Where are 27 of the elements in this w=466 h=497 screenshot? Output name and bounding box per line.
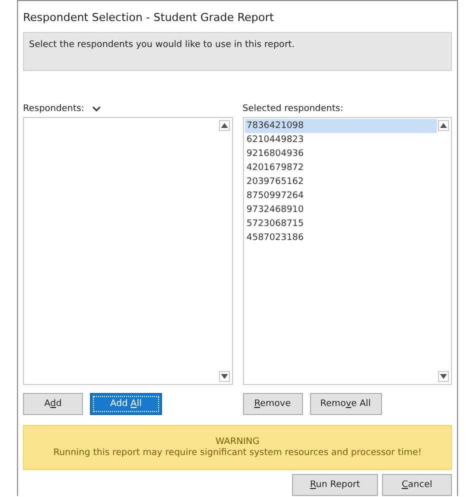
list-item[interactable]: 4587023186 — [244, 231, 437, 246]
action-button[interactable]: Remove All — [310, 393, 382, 416]
list-item[interactable]: 7836421098 — [244, 119, 437, 134]
window-title: Respondent Selection - Student Grade Report — [23, 10, 275, 26]
scroll-down-icon[interactable] — [440, 374, 447, 380]
list-item[interactable]: 9216804936 — [244, 147, 437, 162]
action-button[interactable]: Remove — [242, 393, 302, 416]
scroll-down-icon[interactable] — [220, 374, 228, 380]
list-item[interactable]: 5723068715 — [244, 217, 437, 232]
chevron-down-icon[interactable] — [92, 106, 102, 112]
warning-message: Running this report may require significant system resources and processor time! — [53, 448, 422, 458]
list-label: Selected respondents: — [242, 104, 344, 114]
instructions-text: Select the respondents you would like to use in this report. — [23, 32, 452, 72]
action-button[interactable]: Add — [23, 393, 83, 416]
action-button[interactable]: Cancel — [382, 474, 452, 496]
scroll-up-icon[interactable] — [220, 123, 228, 128]
list-item[interactable]: 9732468910 — [244, 203, 437, 218]
action-button[interactable]: Add All — [90, 393, 162, 416]
selected-respondents-list[interactable]: 7836421098 6210449823 9216804936 4201679872 2039765162 8750997264 9732468910 5723068715 4587023186 — [242, 117, 452, 386]
warning-title: WARNING — [216, 437, 260, 448]
list-label: Respondents: — [23, 104, 84, 114]
scroll-up-icon[interactable] — [440, 123, 447, 128]
list-item[interactable]: 6210449823 — [244, 133, 437, 148]
list-item[interactable]: 2039765162 — [244, 175, 437, 190]
action-button[interactable]: Run Report — [292, 474, 378, 496]
list-item[interactable]: 4201679872 — [244, 161, 437, 176]
list-item[interactable]: 8750997264 — [244, 189, 437, 204]
